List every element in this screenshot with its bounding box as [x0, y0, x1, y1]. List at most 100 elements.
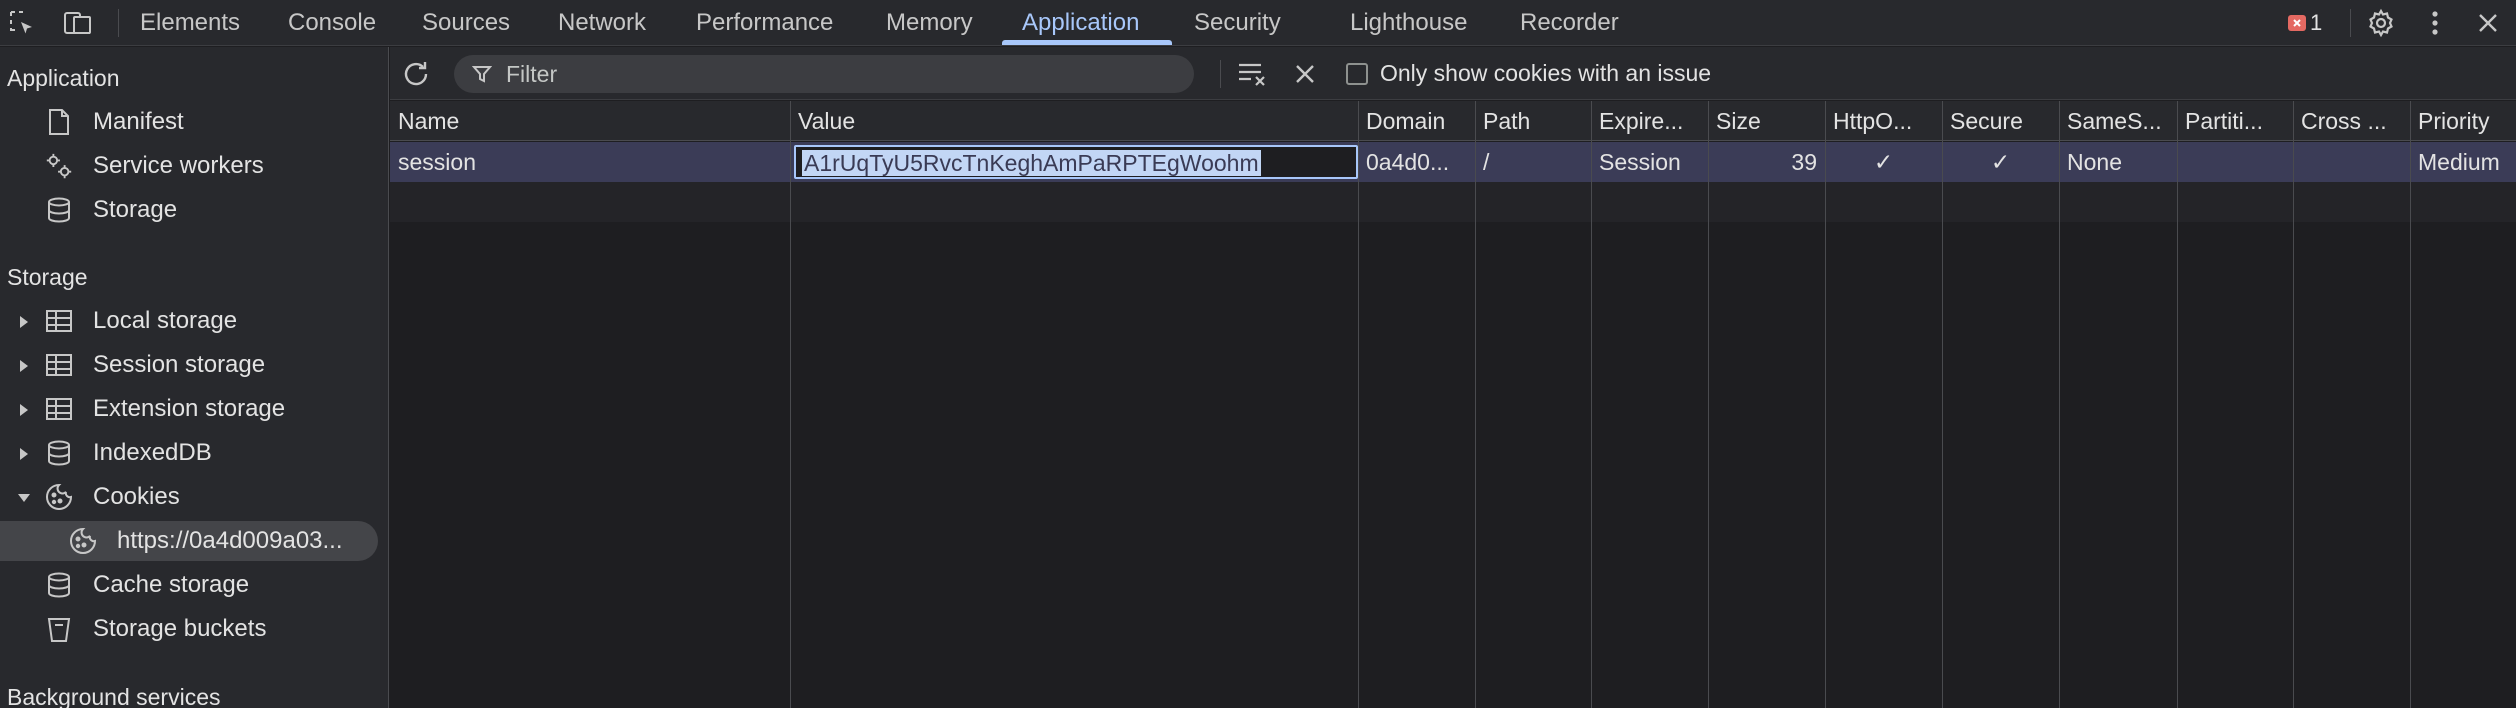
refresh-icon[interactable] — [400, 58, 432, 90]
sidebar-item-cache-storage[interactable]: Cache storage — [0, 565, 388, 605]
column-header-domain[interactable]: Domain — [1358, 101, 1475, 141]
table-icon — [44, 395, 74, 423]
cookies-table: Name Value Domain Path Expire... Size Ht… — [390, 101, 2516, 708]
column-divider[interactable] — [2293, 101, 2294, 708]
cookies-panel: Only show cookies with an issue Name Val… — [390, 47, 2516, 708]
sidebar-item-label: Local storage — [93, 307, 238, 334]
column-divider[interactable] — [1358, 101, 1359, 708]
column-divider[interactable] — [1591, 101, 1592, 708]
expand-arrow-icon[interactable] — [16, 402, 32, 418]
column-divider[interactable] — [2410, 101, 2411, 708]
column-divider[interactable] — [790, 101, 791, 708]
tab-network[interactable]: Network — [558, 0, 646, 46]
sidebar-item-extension-storage[interactable]: Extension storage — [0, 389, 388, 429]
column-divider[interactable] — [1708, 101, 1709, 708]
sidebar-item-manifest[interactable]: Manifest — [0, 102, 388, 142]
table-icon — [44, 351, 74, 379]
cell-value-selected-text[interactable]: A1rUqTyU5RvcTnKeghAmPaRPTEgWoohm — [802, 150, 1261, 176]
device-toolbar-icon[interactable] — [58, 0, 98, 46]
cell-partition-key[interactable] — [2177, 142, 2293, 182]
sidebar-item-label: Session storage — [93, 351, 266, 378]
expand-arrow-icon[interactable] — [16, 446, 32, 462]
tab-lighthouse[interactable]: Lighthouse — [1350, 0, 1467, 46]
cell-name[interactable]: session — [390, 142, 790, 182]
cell-expires[interactable]: Session — [1591, 142, 1708, 182]
collapse-arrow-icon[interactable] — [16, 490, 32, 506]
column-divider[interactable] — [1825, 101, 1826, 708]
clear-all-cookies-icon[interactable] — [1236, 59, 1270, 89]
cookies-toolbar: Only show cookies with an issue — [390, 47, 2516, 100]
application-sidebar: Application Manifest Service workers Sto… — [0, 47, 389, 708]
column-header-secure[interactable]: Secure — [1942, 101, 2059, 141]
sidebar-item-cookie-origin[interactable]: https://0a4d009a03... — [0, 521, 378, 561]
sidebar-item-label: Storage buckets — [93, 615, 267, 642]
column-header-path[interactable]: Path — [1475, 101, 1591, 141]
cell-value-editor[interactable]: A1rUqTyU5RvcTnKeghAmPaRPTEgWoohm — [794, 145, 1358, 179]
column-header-partition-key[interactable]: Partiti... — [2177, 101, 2293, 141]
error-icon — [2288, 15, 2306, 31]
expand-arrow-icon[interactable] — [16, 358, 32, 374]
sidebar-item-indexeddb[interactable]: IndexedDB — [0, 433, 388, 473]
filter-funnel-icon — [472, 63, 494, 85]
database-icon — [44, 196, 74, 224]
tab-security[interactable]: Security — [1194, 0, 1281, 46]
column-header-value[interactable]: Value — [790, 101, 1358, 141]
toolbar-divider — [2350, 9, 2351, 37]
table-row[interactable]: session A1rUqTyU5RvcTnKeghAmPaRPTEgWoohm… — [390, 142, 2516, 182]
bucket-icon — [44, 615, 74, 643]
cell-httponly-check[interactable]: ✓ — [1825, 142, 1942, 182]
expand-arrow-icon[interactable] — [16, 314, 32, 330]
column-header-name[interactable]: Name — [390, 101, 790, 141]
sidebar-item-label: Service workers — [93, 152, 264, 179]
table-header: Name Value Domain Path Expire... Size Ht… — [390, 101, 2516, 141]
sidebar-item-session-storage[interactable]: Session storage — [0, 345, 388, 385]
sidebar-item-label: Storage — [93, 196, 178, 223]
column-header-samesite[interactable]: SameS... — [2059, 101, 2177, 141]
sidebar-item-label: Manifest — [93, 108, 184, 135]
column-header-cross-site[interactable]: Cross ... — [2293, 101, 2410, 141]
filter-input[interactable] — [506, 60, 1146, 88]
tab-recorder[interactable]: Recorder — [1520, 0, 1619, 46]
cell-samesite[interactable]: None — [2059, 142, 2177, 182]
cookie-icon — [44, 483, 74, 511]
sidebar-heading-application: Application — [7, 65, 120, 91]
cell-path[interactable]: / — [1475, 142, 1591, 182]
sidebar-item-service-workers[interactable]: Service workers — [0, 146, 388, 186]
column-divider[interactable] — [1475, 101, 1476, 708]
tab-sources[interactable]: Sources — [422, 0, 510, 46]
column-header-priority[interactable]: Priority — [2410, 101, 2516, 141]
inspect-element-icon[interactable] — [4, 0, 40, 46]
cell-cross-site[interactable] — [2293, 142, 2410, 182]
tab-console[interactable]: Console — [288, 0, 376, 46]
column-header-size[interactable]: Size — [1708, 101, 1825, 141]
toolbar-divider — [1220, 60, 1221, 88]
tab-performance[interactable]: Performance — [696, 0, 833, 46]
cell-domain[interactable]: 0a4d0... — [1358, 142, 1475, 182]
column-divider[interactable] — [2177, 101, 2178, 708]
database-icon — [44, 571, 74, 599]
sidebar-heading-storage: Storage — [7, 264, 88, 290]
column-header-expires[interactable]: Expire... — [1591, 101, 1708, 141]
column-divider[interactable] — [1942, 101, 1943, 708]
cell-secure-check[interactable]: ✓ — [1942, 142, 2059, 182]
cell-priority[interactable]: Medium — [2410, 142, 2516, 182]
delete-selected-icon[interactable] — [1290, 59, 1320, 89]
document-icon — [44, 108, 74, 136]
sidebar-item-label: IndexedDB — [93, 439, 212, 466]
settings-gear-icon[interactable] — [2362, 0, 2400, 46]
sidebar-item-cookies[interactable]: Cookies — [0, 477, 388, 517]
tab-memory[interactable]: Memory — [886, 0, 973, 46]
cell-size[interactable]: 39 — [1708, 142, 1825, 182]
column-divider[interactable] — [2059, 101, 2060, 708]
sidebar-item-storage[interactable]: Storage — [0, 190, 388, 230]
sidebar-item-storage-buckets[interactable]: Storage buckets — [0, 609, 388, 649]
sidebar-item-local-storage[interactable]: Local storage — [0, 301, 388, 341]
issue-only-checkbox[interactable] — [1346, 63, 1368, 85]
issue-only-label[interactable]: Only show cookies with an issue — [1380, 60, 1711, 87]
more-options-icon[interactable] — [2420, 0, 2450, 46]
error-counter[interactable]: 1 — [2288, 10, 2322, 36]
tab-elements[interactable]: Elements — [140, 0, 240, 46]
filter-box[interactable] — [454, 55, 1194, 93]
column-header-httponly[interactable]: HttpO... — [1825, 101, 1942, 141]
close-devtools-icon[interactable] — [2470, 0, 2506, 46]
